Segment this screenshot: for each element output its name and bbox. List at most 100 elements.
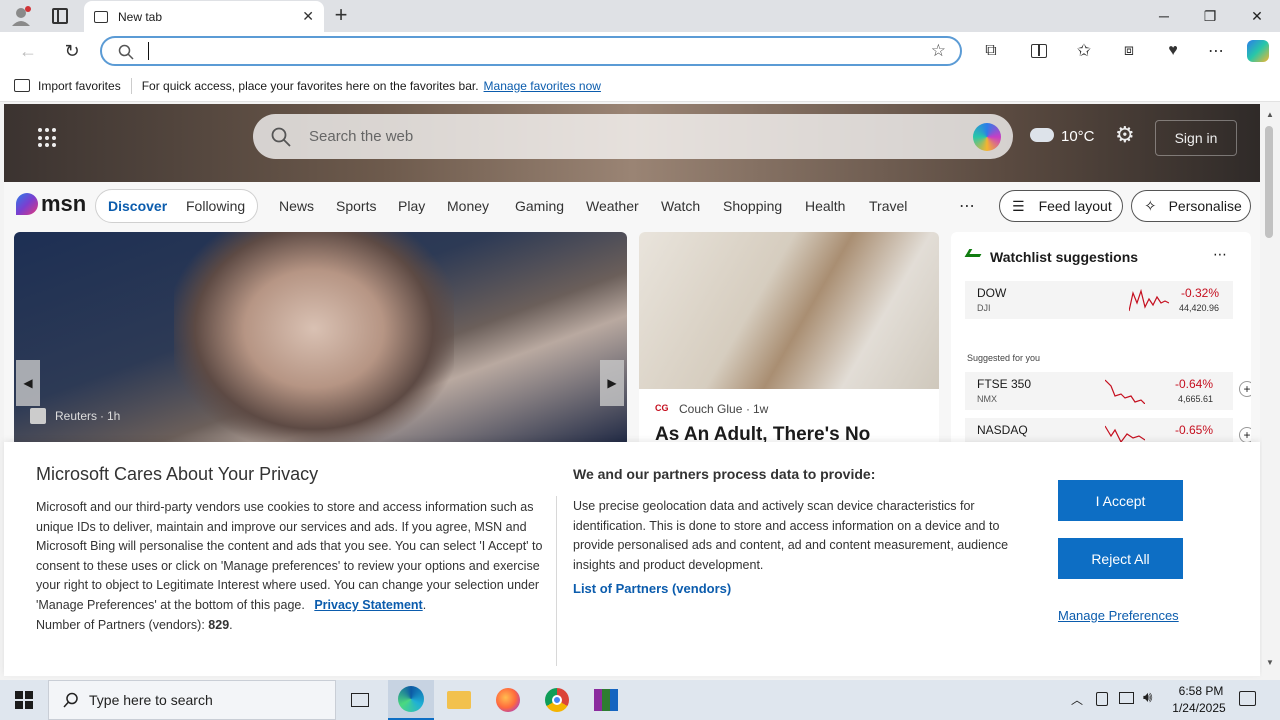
personalise-button[interactable]: ✧ Personalise — [1131, 190, 1251, 222]
stock-value: 44,420.96 — [1178, 303, 1219, 313]
copilot-icon[interactable] — [1246, 39, 1270, 63]
manage-preferences-link[interactable]: Manage Preferences — [1058, 608, 1179, 623]
back-icon[interactable]: ← — [16, 39, 40, 63]
tab-new-tab[interactable]: New tab ✕ — [84, 1, 324, 32]
nav-watch[interactable]: Watch — [661, 198, 700, 214]
nav-shopping[interactable]: Shopping — [723, 198, 782, 214]
close-tab-icon[interactable]: ✕ — [302, 8, 314, 25]
add-stock-icon[interactable]: + — [1239, 381, 1251, 397]
nav-more-icon[interactable]: ⋯ — [959, 196, 975, 216]
profile-icon[interactable] — [10, 5, 32, 27]
tab-following[interactable]: Following — [186, 198, 245, 214]
weather-temperature[interactable]: 10°C — [1061, 128, 1095, 145]
clock-date[interactable]: 1/24/2025 — [1166, 701, 1232, 715]
collections-icon[interactable]: ⧈ — [1117, 39, 1141, 63]
search-icon — [271, 127, 291, 147]
browser-toolbar: ← ↻ ☆ ⧉ ✩ ⧈ ♥ ⋯ — [0, 32, 1280, 70]
carousel-prev-button[interactable]: ◀ — [16, 360, 40, 406]
taskbar-winrar[interactable] — [583, 680, 629, 720]
hero-image — [174, 232, 454, 447]
stock-change: -0.65% — [1174, 423, 1213, 437]
stock-name: FTSE 350 — [977, 377, 1032, 391]
extensions-icon[interactable]: ⧉ — [979, 39, 1003, 63]
address-bar[interactable]: ☆ — [100, 36, 962, 66]
tab-discover[interactable]: Discover — [108, 198, 167, 214]
weather-cloud-icon[interactable] — [1030, 128, 1054, 142]
stock-change: -0.32% — [1180, 286, 1219, 300]
minimize-button[interactable]: ─ — [1141, 0, 1187, 32]
purposes-title: We and our partners process data to prov… — [573, 466, 876, 482]
nav-sports[interactable]: Sports — [336, 198, 376, 214]
close-window-button[interactable]: ✕ — [1234, 0, 1280, 32]
hero-news-card[interactable]: ◀ ▶ Reuters · 1h — [14, 232, 627, 447]
favorites-divider — [130, 77, 132, 94]
feed-layout-button[interactable]: ☰ Feed layout — [999, 190, 1123, 222]
scroll-thumb[interactable] — [1265, 126, 1273, 238]
watchlist-title: Watchlist suggestions — [990, 249, 1139, 265]
sign-in-button[interactable]: Sign in — [1155, 120, 1237, 156]
news-card[interactable]: CG Couch Glue · 1w As An Adult, There's … — [639, 232, 939, 447]
privacy-body: Microsoft and our third-party vendors us… — [36, 500, 543, 632]
copilot-search-icon[interactable] — [973, 123, 1001, 151]
add-stock-icon[interactable]: + — [1239, 427, 1251, 443]
tray-overflow-icon[interactable]: ︿ — [1071, 691, 1083, 708]
nav-play[interactable]: Play — [398, 198, 425, 214]
favorite-star-icon[interactable]: ☆ — [931, 41, 946, 61]
clock-time[interactable]: 6:58 PM — [1172, 684, 1230, 698]
tab-page-icon — [94, 10, 108, 23]
nav-gaming[interactable]: Gaming — [515, 198, 564, 214]
network-icon[interactable] — [1119, 692, 1134, 704]
apps-grid-icon[interactable] — [38, 128, 58, 148]
volume-icon[interactable]: 🔊︎ — [1143, 689, 1152, 706]
split-screen-icon[interactable] — [1027, 39, 1051, 63]
privacy-statement-link[interactable]: Privacy Statement — [314, 598, 422, 612]
restore-button[interactable]: ❐ — [1187, 0, 1233, 32]
performance-icon[interactable]: ♥ — [1161, 39, 1185, 63]
refresh-icon[interactable]: ↻ — [60, 39, 84, 63]
favorites-bar: Import favorites For quick access, place… — [0, 70, 1280, 102]
sign-in-label: Sign in — [1174, 130, 1218, 146]
nav-money[interactable]: Money — [447, 198, 489, 214]
partners-list-link[interactable]: List of Partners (vendors) — [573, 581, 731, 596]
taskbar-file-explorer[interactable] — [436, 680, 482, 720]
start-button[interactable] — [0, 680, 48, 720]
page-scrollbar[interactable]: ▲ ▼ — [1262, 104, 1280, 676]
taskbar-firefox[interactable] — [485, 680, 531, 720]
taskbar-chrome[interactable] — [534, 680, 580, 720]
import-favorites-button[interactable]: Import favorites — [38, 79, 121, 93]
import-favorites-icon[interactable] — [14, 79, 30, 92]
taskbar-edge[interactable] — [388, 680, 434, 720]
watchlist-row[interactable]: DOW DJI -0.32% 44,420.96 — [965, 281, 1233, 319]
nav-weather[interactable]: Weather — [586, 198, 639, 214]
tray-device-icon[interactable] — [1096, 692, 1108, 706]
watchlist-row[interactable]: FTSE 350 NMX -0.64% 4,665.61 + — [965, 372, 1251, 410]
nav-news[interactable]: News — [279, 198, 314, 214]
carousel-next-button[interactable]: ▶ — [600, 360, 624, 406]
tab-actions-icon[interactable] — [52, 8, 68, 24]
scroll-up-icon[interactable]: ▲ — [1266, 110, 1274, 119]
notification-icon[interactable] — [1239, 691, 1256, 706]
hero-source-logo — [30, 408, 46, 424]
taskbar-search-box[interactable]: Type here to search — [48, 680, 336, 720]
msn-logo[interactable]: msn — [16, 191, 86, 217]
more-menu-icon[interactable]: ⋯ — [1204, 39, 1228, 63]
favorites-icon[interactable]: ✩ — [1072, 39, 1096, 63]
nav-health[interactable]: Health — [805, 198, 845, 214]
new-tab-button[interactable]: + — [330, 4, 352, 26]
partners-label: Number of Partners (vendors): — [36, 617, 205, 632]
nav-travel[interactable]: Travel — [869, 198, 907, 214]
accept-label: I Accept — [1095, 492, 1146, 509]
scroll-down-icon[interactable]: ▼ — [1266, 658, 1274, 667]
watchlist-more-icon[interactable]: ⋯ — [1213, 246, 1227, 263]
msn-search-box[interactable]: Search the web — [253, 114, 1013, 159]
hero-time-dot: · — [100, 409, 104, 423]
accept-button[interactable]: I Accept — [1058, 480, 1183, 521]
manage-favorites-link[interactable]: Manage favorites now — [484, 79, 601, 93]
task-view-button[interactable] — [337, 680, 383, 720]
address-input[interactable] — [148, 42, 149, 60]
settings-gear-icon[interactable]: ⚙ — [1115, 122, 1135, 148]
reject-all-button[interactable]: Reject All — [1058, 538, 1183, 579]
chrome-icon — [545, 688, 569, 712]
stock-value: 4,665.61 — [1177, 394, 1213, 404]
sliders-icon: ☰ — [1012, 197, 1025, 214]
